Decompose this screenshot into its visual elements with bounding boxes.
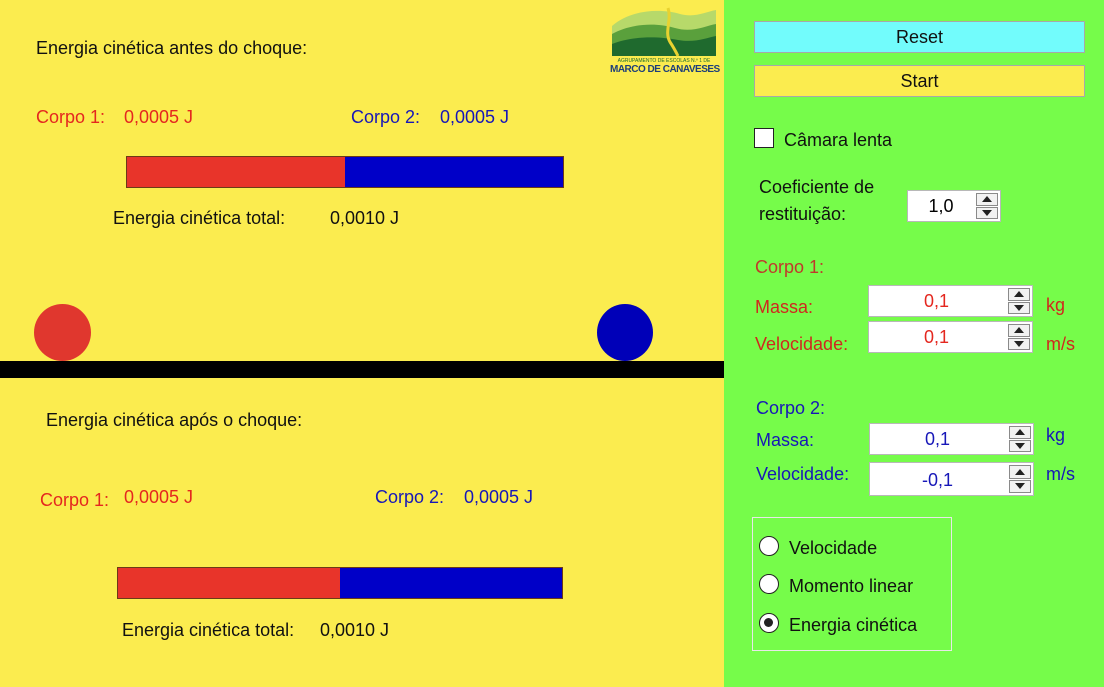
before-heading: Energia cinética antes do choque: <box>36 38 308 58</box>
school-logo-graphic <box>612 7 716 57</box>
body1-mass-label: Massa: <box>755 297 814 317</box>
restitution-up-arrow-icon[interactable] <box>976 193 998 206</box>
body2-velocity-unit: m/s <box>1046 464 1075 484</box>
body2-mass-unit: kg <box>1046 425 1066 445</box>
body2-section-title: Corpo 2: <box>756 398 826 418</box>
restitution-label-line2: restituição: <box>759 204 847 224</box>
slow-motion-checkbox[interactable] <box>754 128 774 148</box>
radio-velocity-label[interactable]: Velocidade <box>789 538 877 559</box>
after-total-value: 0,0010 J <box>320 620 390 640</box>
body1-mass-value[interactable]: 0,1 <box>869 286 1004 316</box>
after-body2-label: Corpo 2: <box>375 487 445 507</box>
body1-velocity-up-arrow-icon[interactable] <box>1008 324 1030 337</box>
before-energy-bar <box>126 156 564 188</box>
body2-velocity-value[interactable]: -0,1 <box>870 463 1005 495</box>
body2-velocity-stepper[interactable]: -0,1 <box>869 462 1034 496</box>
before-body2-value: 0,0005 J <box>440 107 510 127</box>
start-button[interactable]: Start <box>754 65 1085 97</box>
body2-mass-value[interactable]: 0,1 <box>870 424 1005 454</box>
after-total-label: Energia cinética total: <box>122 620 295 640</box>
after-energy-bar-body2 <box>340 568 562 598</box>
radio-kinetic-energy[interactable] <box>759 613 779 633</box>
body1-mass-stepper[interactable]: 0,1 <box>868 285 1033 317</box>
body2-velocity-label: Velocidade: <box>756 464 850 484</box>
after-energy-bar-body1 <box>118 568 340 598</box>
body1-section-title: Corpo 1: <box>755 257 825 277</box>
radio-velocity[interactable] <box>759 536 779 556</box>
body1-mass-unit: kg <box>1046 295 1066 315</box>
body2-velocity-up-arrow-icon[interactable] <box>1009 465 1031 479</box>
restitution-value[interactable]: 1,0 <box>908 191 974 221</box>
before-body1-value: 0,0005 J <box>124 107 194 127</box>
body1-velocity-stepper[interactable]: 0,1 <box>868 321 1033 353</box>
radio-linear-momentum[interactable] <box>759 574 779 594</box>
slow-motion-label[interactable]: Câmara lenta <box>784 130 892 151</box>
simulation-panel: Energia cinética antes do choque: Corpo … <box>0 0 724 687</box>
body1-mass-up-arrow-icon[interactable] <box>1008 288 1030 301</box>
restitution-stepper[interactable]: 1,0 <box>907 190 1001 222</box>
radio-kinetic-energy-label[interactable]: Energia cinética <box>789 615 917 636</box>
before-body1-label: Corpo 1: <box>36 107 106 127</box>
reset-button[interactable]: Reset <box>754 21 1085 53</box>
before-energy-bar-body1 <box>127 157 345 187</box>
restitution-down-arrow-icon[interactable] <box>976 206 998 219</box>
body2-ball[interactable] <box>597 304 653 361</box>
logo-line2: MARCO DE CANAVESES <box>610 64 720 75</box>
after-heading: Energia cinética após o choque: <box>46 410 303 430</box>
before-total-value: 0,0010 J <box>330 208 400 228</box>
radio-linear-momentum-label[interactable]: Momento linear <box>789 576 913 597</box>
body2-velocity-down-arrow-icon[interactable] <box>1009 479 1031 493</box>
after-energy-bar <box>117 567 563 599</box>
body1-velocity-label: Velocidade: <box>755 334 849 354</box>
school-logo: AGRUPAMENTO DE ESCOLAS N.º 1 DE MARCO DE… <box>610 6 720 76</box>
body2-mass-up-arrow-icon[interactable] <box>1009 426 1031 439</box>
body2-mass-down-arrow-icon[interactable] <box>1009 439 1031 452</box>
after-body1-value: 0,0005 J <box>124 487 194 507</box>
before-total-label: Energia cinética total: <box>113 208 286 228</box>
restitution-label-line1: Coeficiente de <box>759 177 875 197</box>
after-body2-value: 0,0005 J <box>464 487 534 507</box>
before-body2-label: Corpo 2: <box>351 107 421 127</box>
body1-ball[interactable] <box>34 304 91 361</box>
body1-mass-down-arrow-icon[interactable] <box>1008 301 1030 314</box>
body2-mass-label: Massa: <box>756 430 815 450</box>
body2-mass-stepper[interactable]: 0,1 <box>869 423 1034 455</box>
body1-velocity-value[interactable]: 0,1 <box>869 322 1004 352</box>
body1-velocity-unit: m/s <box>1046 334 1075 354</box>
track <box>0 361 724 378</box>
body1-velocity-down-arrow-icon[interactable] <box>1008 337 1030 350</box>
before-energy-bar-body2 <box>345 157 563 187</box>
after-body1-label: Corpo 1: <box>40 490 110 510</box>
